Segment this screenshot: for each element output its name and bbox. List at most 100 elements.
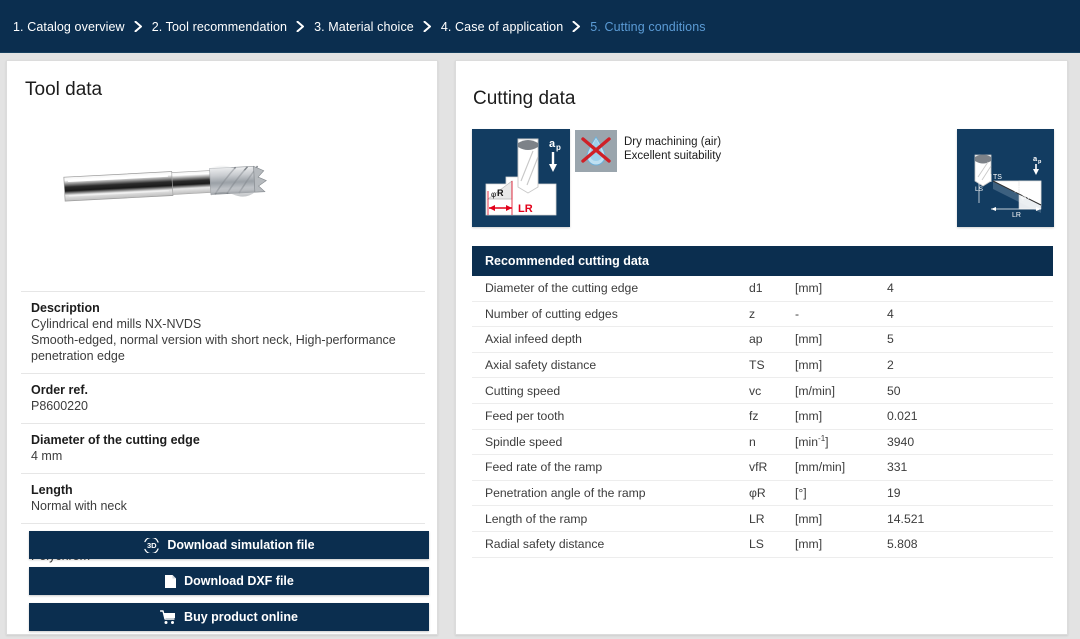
chevron-right-icon (296, 21, 305, 32)
cell-symbol: fz (749, 409, 759, 424)
cell-value: 5.808 (887, 537, 918, 552)
breadcrumb-item-2[interactable]: 2. Tool recommendation (152, 20, 287, 34)
cell-unit: [°] (795, 486, 807, 501)
cell-label: Length of the ramp (485, 511, 588, 526)
cell-unit: [m/min] (795, 383, 835, 398)
cutting-data-title: Cutting data (473, 88, 576, 109)
tool-data-card: Tool data Description Cylindrical end mi… (6, 60, 438, 635)
table-row: Feed per tooth fz [mm] 0.021 (472, 404, 1053, 430)
cell-value: 2 (887, 358, 894, 373)
table-row: Axial infeed depth ap [mm] 5 (472, 327, 1053, 353)
cell-value: 4 (887, 306, 894, 321)
spec-label: Description (31, 301, 100, 315)
cell-label: Penetration angle of the ramp (485, 486, 646, 501)
cell-value: 4 (887, 281, 894, 296)
spec-value: Smooth-edged, normal version with short … (31, 333, 396, 363)
svg-text:R: R (497, 188, 504, 198)
action-button-3[interactable]: Buy product online (29, 603, 429, 631)
cell-unit: [mm] (795, 537, 823, 552)
table-row: Length of the ramp LR [mm] 14.521 (472, 506, 1053, 532)
table-row: Diameter of the cutting edge d1 [mm] 4 (472, 276, 1053, 302)
table-row: Penetration angle of the ramp φR [°] 19 (472, 481, 1053, 507)
svg-text:LR: LR (518, 203, 533, 215)
cell-symbol: vfR (749, 460, 768, 475)
no-coolant-dry-machining-icon (575, 130, 617, 172)
table-row: Spindle speed n [min-1] 3940 (472, 430, 1053, 456)
table-row: Radial safety distance LS [mm] 5.808 (472, 532, 1053, 558)
cell-symbol: LS (749, 537, 764, 552)
chevron-right-icon (572, 21, 581, 32)
spec-row: Description Cylindrical end mills NX-NVDS… (21, 291, 425, 373)
table-row: Cutting speed vc [m/min] 50 (472, 378, 1053, 404)
svg-text:3D: 3D (147, 541, 157, 550)
cell-value: 3940 (887, 434, 915, 449)
svg-text:TS: TS (993, 174, 1002, 181)
cell-label: Feed rate of the ramp (485, 460, 603, 475)
cell-unit: [mm] (795, 281, 823, 296)
cell-value: 5 (887, 332, 894, 347)
spec-label: Order ref. (31, 383, 88, 397)
cell-value: 19 (887, 486, 901, 501)
tool-data-title: Tool data (25, 79, 103, 100)
spec-label: Diameter of the cutting edge (31, 433, 200, 447)
action-button-label: Download DXF file (184, 574, 294, 588)
cell-symbol: n (749, 434, 756, 449)
chevron-right-icon (134, 21, 143, 32)
coolant-line-1: Dry machining (air) (624, 136, 722, 148)
app-header: 1. Catalog overview 2. Tool recommendatio… (0, 0, 1080, 53)
spec-value: P8600220 (31, 399, 89, 413)
breadcrumb-item-4[interactable]: 4. Case of application (441, 20, 563, 34)
table-row: Axial safety distance TS [mm] 2 (472, 353, 1053, 379)
cutting-data-card: Cutting data a p φ R LR Dry machining (a… (455, 60, 1068, 635)
breadcrumb-item-1[interactable]: 1. Catalog overview (13, 20, 125, 34)
svg-text:φR: φR (1021, 195, 1030, 201)
recommended-cutting-data-table: Recommended cutting data Diameter of the… (472, 246, 1053, 558)
coolant-line-2: Excellent suitability (624, 150, 722, 162)
table-header: Recommended cutting data (472, 246, 1053, 276)
cell-label: Spindle speed (485, 434, 563, 449)
cell-symbol: ap (749, 332, 763, 347)
document-icon (164, 574, 177, 589)
breadcrumb-item-5[interactable]: 5. Cutting conditions (590, 20, 705, 34)
cell-label: Cutting speed (485, 383, 561, 398)
cell-label: Axial infeed depth (485, 332, 582, 347)
action-button-2[interactable]: Download DXF file (29, 567, 429, 595)
cell-label: Radial safety distance (485, 537, 605, 552)
breadcrumb: 1. Catalog overview 2. Tool recommendatio… (0, 0, 1080, 53)
spec-value: Cylindrical end mills NX-NVDS (31, 317, 202, 331)
cell-unit: [mm] (795, 511, 823, 526)
cell-unit: - (795, 306, 800, 321)
cell-value: 331 (887, 460, 908, 475)
action-button-label: Buy product online (184, 610, 298, 624)
spec-label: Length (31, 483, 73, 497)
cell-symbol: vc (749, 383, 762, 398)
svg-text:φ: φ (491, 190, 496, 199)
table-row: Number of cutting edges z - 4 (472, 302, 1053, 328)
cell-symbol: z (749, 306, 756, 321)
cell-unit: [mm] (795, 358, 823, 373)
cell-unit: [mm] (795, 332, 823, 347)
action-button-label: Download simulation file (167, 538, 315, 552)
cell-symbol: d1 (749, 281, 763, 296)
cell-symbol: TS (749, 358, 765, 373)
breadcrumb-item-3[interactable]: 3. Material choice (314, 20, 414, 34)
cell-value: 50 (887, 383, 901, 398)
svg-text:p: p (556, 143, 561, 152)
tool-action-buttons: 3D Download simulation file Download DXF f… (29, 531, 429, 639)
cell-label: Feed per tooth (485, 409, 565, 424)
ramp-side-view-diagram-icon: TS LS φR φR LR a p (957, 129, 1054, 227)
spec-value: Normal with neck (31, 499, 127, 513)
svg-text:LR: LR (1012, 212, 1021, 219)
ramp-plunge-diagram-icon: a p φ R LR (472, 129, 570, 227)
cell-unit: [min-1] (795, 433, 829, 449)
cell-label: Diameter of the cutting edge (485, 281, 639, 296)
action-button-1[interactable]: 3D Download simulation file (29, 531, 429, 559)
cell-unit: [mm/min] (795, 460, 846, 475)
spec-value: 4 mm (31, 449, 63, 463)
cell-label: Axial safety distance (485, 358, 597, 373)
3d-file-icon: 3D (143, 537, 160, 553)
table-body: Diameter of the cutting edge d1 [mm] 4 Numbe… (472, 276, 1053, 558)
spec-row: Length Normal with neck (21, 473, 425, 523)
coolant-suitability-text: Dry machining (air) Excellent suitabilit… (624, 135, 721, 163)
tool-image (25, 109, 417, 281)
